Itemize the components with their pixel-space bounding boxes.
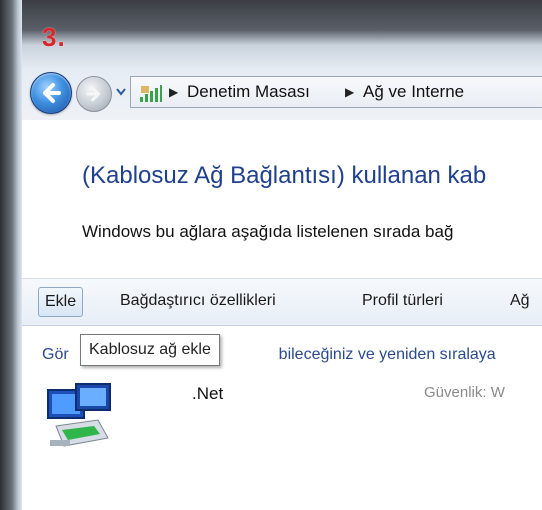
content-pane: (Kablosuz Ağ Bağlantısı) kullanan kab Wi… xyxy=(22,120,542,510)
security-value: W xyxy=(490,384,505,401)
profile-types-button[interactable]: Profil türleri xyxy=(356,287,449,315)
page-description: Windows bu ağlara aşağıda listelenen sır… xyxy=(82,222,454,241)
navigation-bar: ▶ Denetim Masası ▶ Ağ ve Interne xyxy=(24,64,542,120)
network-button[interactable]: Ağ xyxy=(504,287,536,315)
security-label: Güvenlik: xyxy=(424,384,487,401)
list-caption-suffix: bileceğiniz ve yeniden sıralaya xyxy=(278,346,496,363)
window-left-border xyxy=(0,0,22,510)
forward-button[interactable] xyxy=(76,76,112,112)
list-caption-prefix: Gör xyxy=(42,346,69,363)
arrow-left-icon xyxy=(43,83,61,103)
breadcrumb-network-internet[interactable]: Ağ ve Interne xyxy=(363,82,464,102)
page-title: (Kablosuz Ağ Bağlantısı) kullanan kab xyxy=(82,162,487,189)
network-signal-icon xyxy=(140,85,162,102)
add-tooltip: Kablosuz ağ ekle xyxy=(80,334,220,366)
breadcrumb-control-panel[interactable]: Denetim Masası xyxy=(187,82,310,102)
arrow-right-icon xyxy=(86,86,100,102)
add-button[interactable]: Ekle xyxy=(38,287,84,317)
breadcrumb-separator-icon: ▶ xyxy=(169,85,179,99)
network-list-item[interactable]: .Net Güvenlik: W xyxy=(42,378,542,468)
command-bar: Ekle Bağdaştırıcı özellikleri Profil tür… xyxy=(22,278,542,326)
network-name: .Net xyxy=(192,384,224,403)
breadcrumb-separator-icon: ▶ xyxy=(345,85,355,99)
network-security: Güvenlik: W xyxy=(424,384,505,401)
address-bar[interactable]: ▶ Denetim Masası ▶ Ağ ve Interne xyxy=(130,76,542,108)
back-button[interactable] xyxy=(30,72,72,114)
recent-pages-dropdown[interactable] xyxy=(116,86,126,98)
adapter-properties-button[interactable]: Bağdaştırıcı özellikleri xyxy=(114,287,282,315)
step-marker: 3. xyxy=(42,22,66,52)
wireless-network-icon xyxy=(47,383,111,447)
